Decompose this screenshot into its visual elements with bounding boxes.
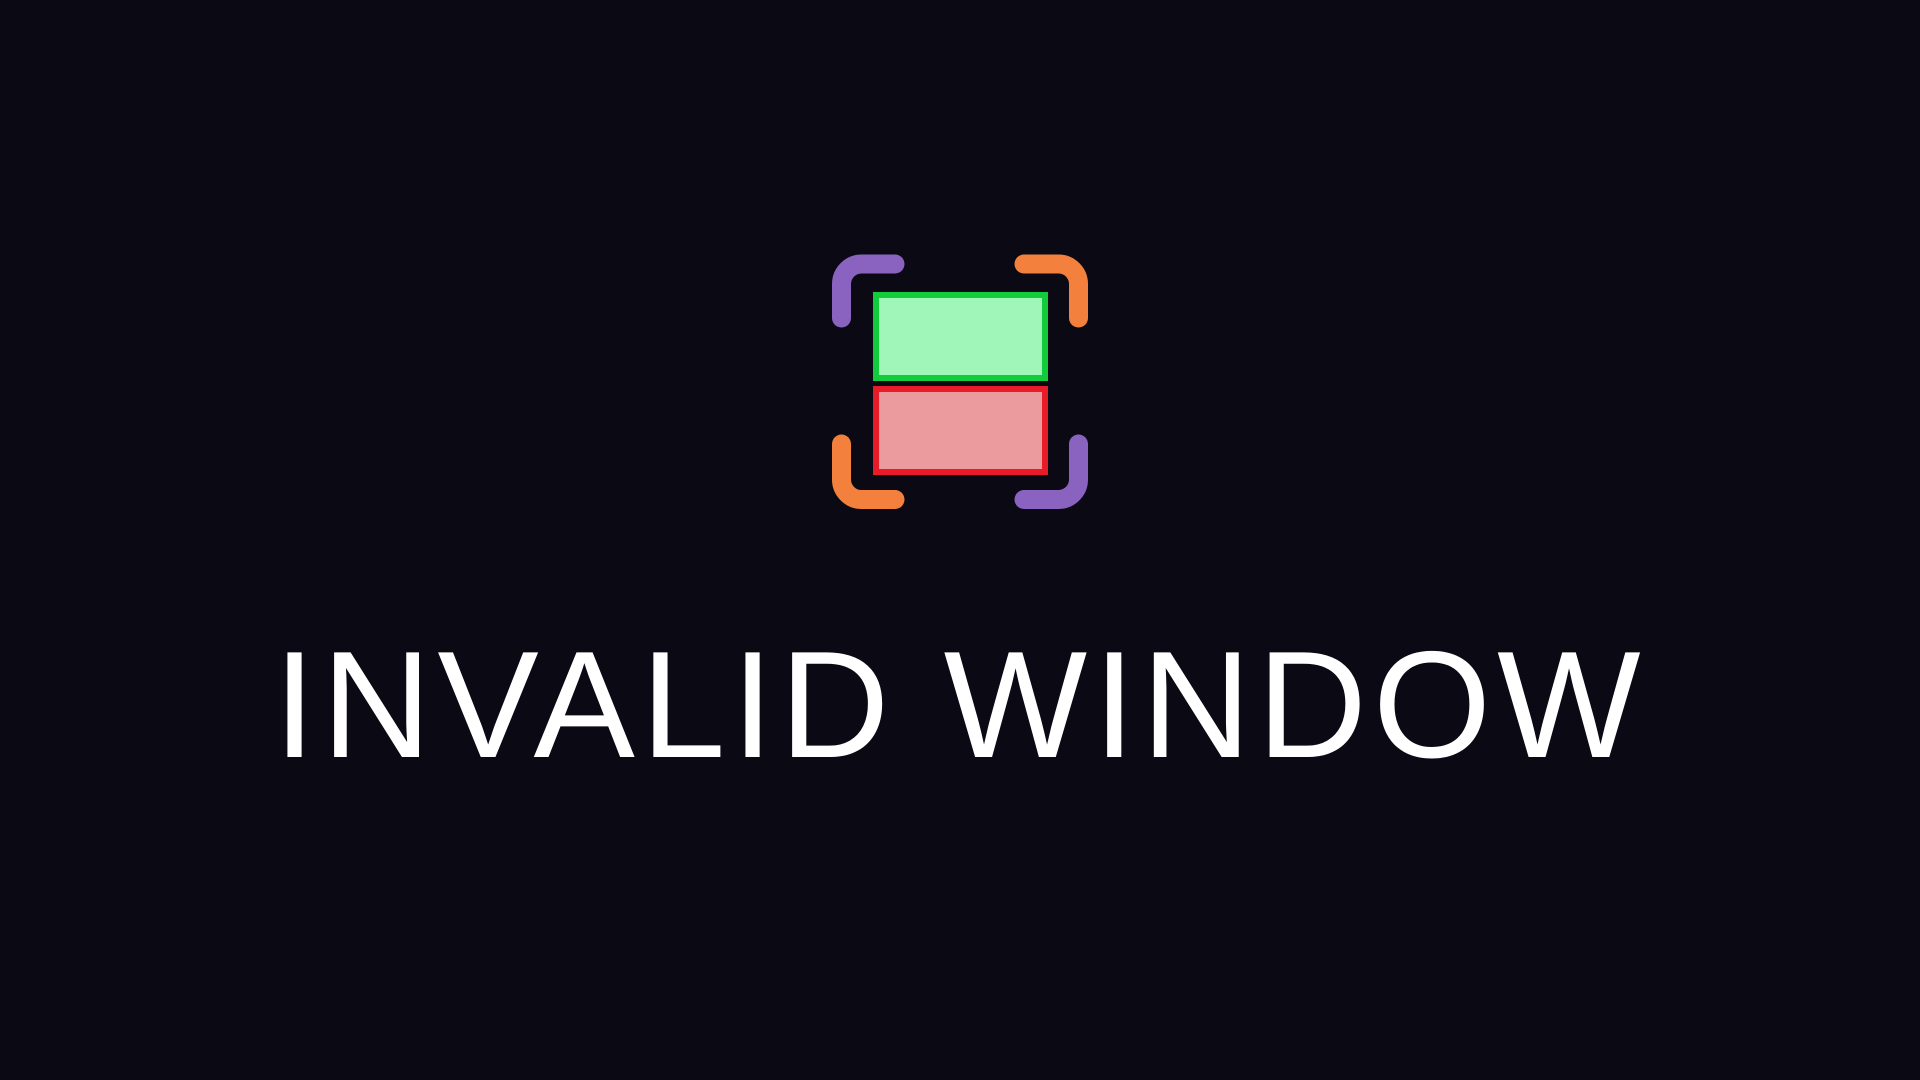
invalid-window-icon — [832, 254, 1088, 509]
top-window-pane — [873, 292, 1048, 381]
invalid-window-message: INVALID WINDOW — [273, 620, 1647, 790]
bottom-window-pane — [873, 386, 1048, 475]
